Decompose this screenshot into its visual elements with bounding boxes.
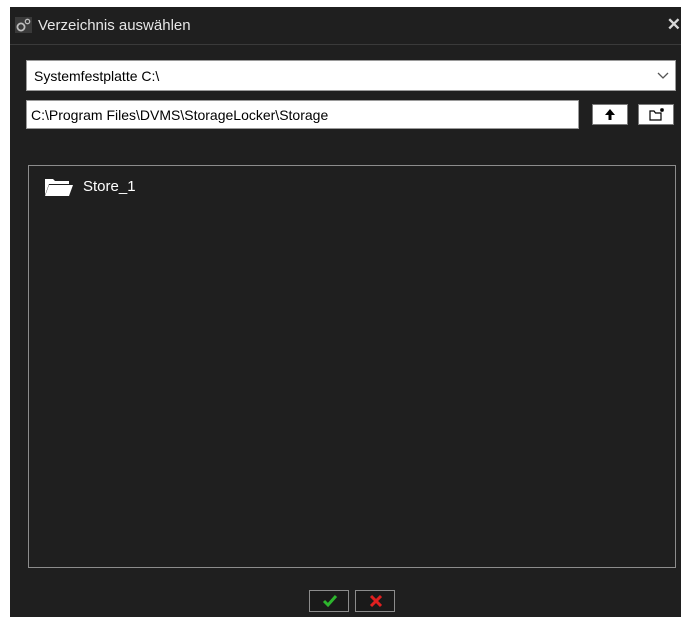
new-folder-icon — [649, 108, 664, 121]
ok-button[interactable] — [309, 590, 349, 612]
dialog-title: Verzeichnis auswählen — [38, 17, 191, 34]
folder-browser[interactable]: Store_1 — [28, 165, 676, 568]
checkmark-icon — [322, 595, 338, 608]
title-bar: Verzeichnis auswählen ✕ — [10, 7, 681, 45]
path-input-value: C:\Program Files\DVMS\StorageLocker\Stor… — [31, 107, 329, 123]
select-directory-dialog: Verzeichnis auswählen ✕ Systemfestplatte… — [10, 7, 681, 617]
cancel-button[interactable] — [355, 590, 395, 612]
parent-directory-button[interactable] — [592, 104, 628, 125]
folder-open-icon — [45, 179, 73, 196]
drive-select-value: Systemfestplatte C:\ — [34, 68, 160, 84]
arrow-up-icon — [605, 109, 615, 120]
folder-name: Store_1 — [83, 178, 136, 195]
gear-icon — [15, 17, 32, 33]
new-folder-button[interactable] — [638, 104, 674, 125]
drive-select[interactable]: Systemfestplatte C:\ — [26, 60, 676, 91]
path-input[interactable]: C:\Program Files\DVMS\StorageLocker\Stor… — [26, 100, 579, 129]
cross-icon — [369, 594, 383, 608]
chevron-down-icon — [657, 72, 669, 79]
close-icon[interactable]: ✕ — [667, 16, 681, 33]
